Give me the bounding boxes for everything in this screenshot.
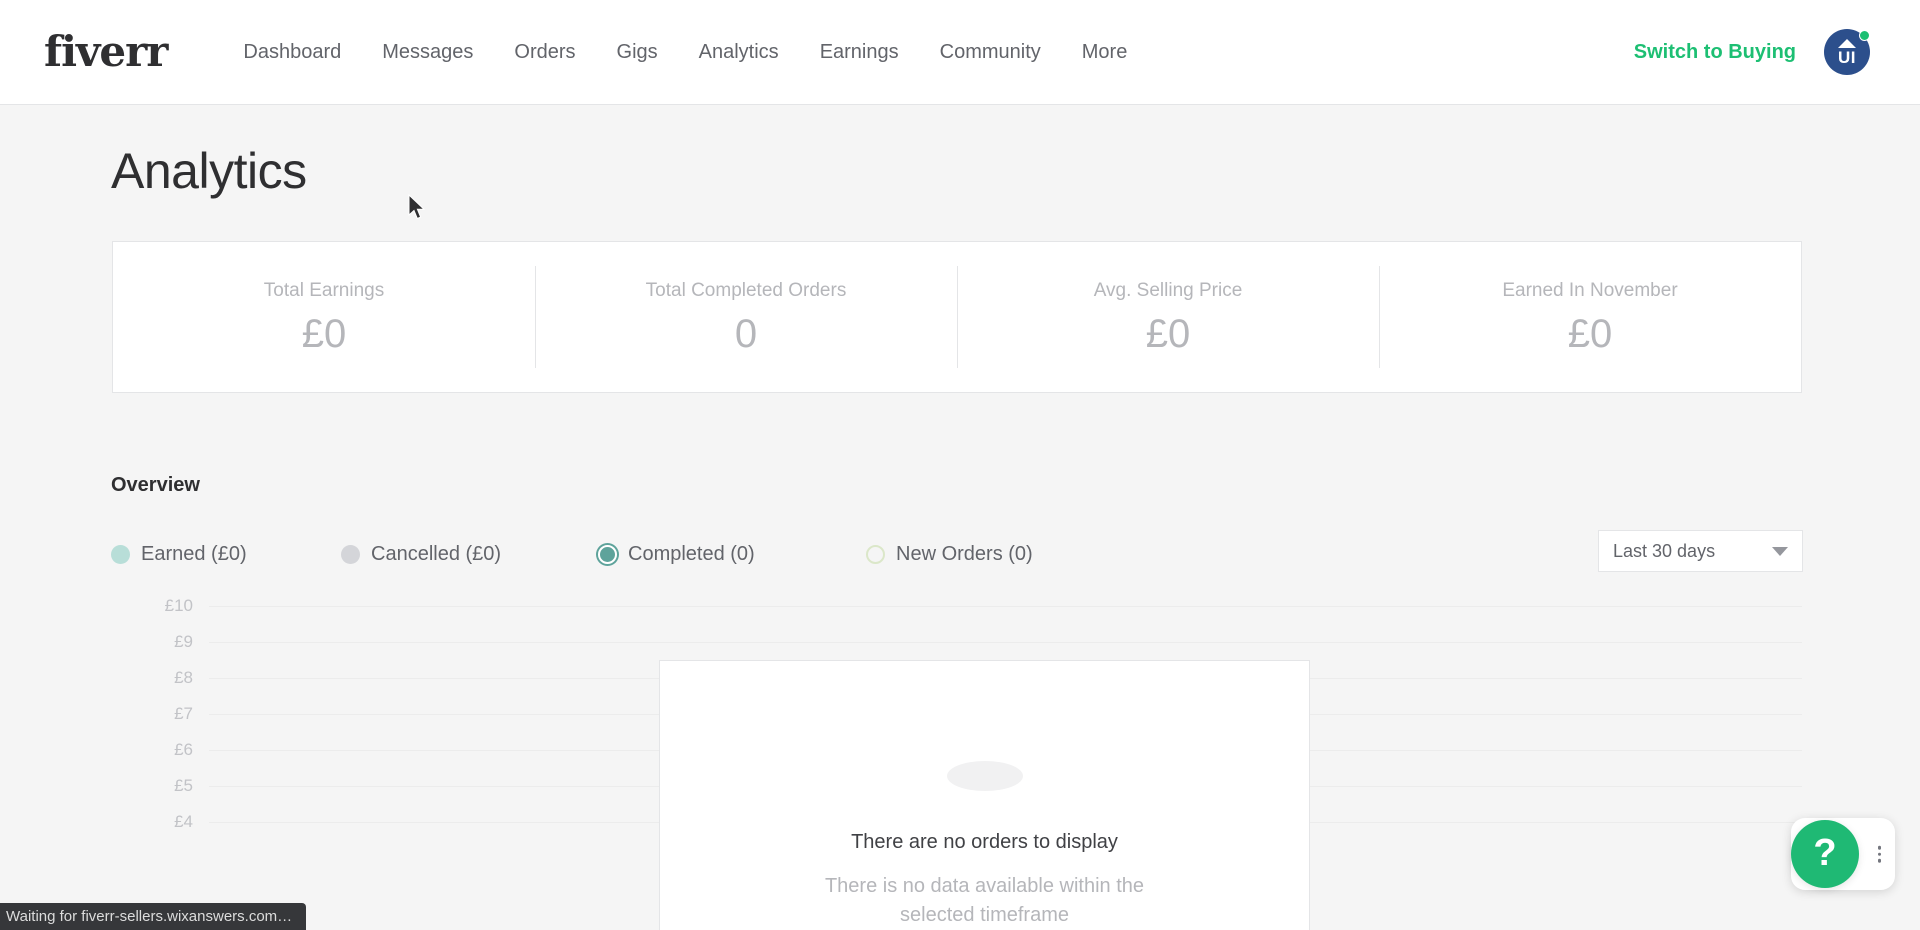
chart-gridline bbox=[209, 606, 1802, 607]
switch-to-buying-link[interactable]: Switch to Buying bbox=[1634, 41, 1796, 64]
stat-label: Total Completed Orders bbox=[645, 280, 847, 301]
chart-y-axis-tick: £5 bbox=[174, 776, 193, 795]
chart-y-axis-tick: £4 bbox=[174, 812, 193, 831]
site-header: fiverr Dashboard Messages Orders Gigs An… bbox=[0, 0, 1920, 105]
chart-gridline bbox=[209, 642, 1802, 643]
chart-y-axis-tick: £6 bbox=[174, 740, 193, 759]
empty-state-card: There are no orders to display There is … bbox=[659, 660, 1310, 930]
legend-label: Earned (£0) bbox=[141, 542, 247, 565]
help-more-options-icon[interactable] bbox=[1877, 845, 1881, 863]
chart-y-axis-tick: £10 bbox=[164, 596, 193, 615]
page-title: Analytics bbox=[111, 143, 307, 199]
avatar-arrow-icon bbox=[1838, 38, 1856, 48]
date-range-select[interactable]: Last 30 days bbox=[1598, 530, 1803, 572]
legend-item-1[interactable]: Cancelled (£0) bbox=[341, 543, 501, 566]
stat-total-completed-orders: Total Completed Orders 0 bbox=[535, 242, 957, 392]
legend-item-2[interactable]: Completed (0) bbox=[598, 543, 755, 566]
stat-label: Total Earnings bbox=[263, 280, 385, 301]
nav-item-community[interactable]: Community bbox=[940, 41, 1041, 64]
header-right-group: Switch to Buying UI bbox=[1634, 29, 1870, 75]
avatar-initials: UI bbox=[1838, 47, 1856, 67]
empty-state-subtitle: There is no data available within the se… bbox=[824, 875, 1145, 926]
mouse-cursor bbox=[408, 194, 426, 220]
stat-label: Earned In November bbox=[1502, 280, 1678, 301]
question-mark-icon: ? bbox=[1813, 831, 1837, 874]
chevron-down-icon bbox=[1772, 546, 1788, 556]
date-range-value: Last 30 days bbox=[1613, 540, 1716, 561]
empty-state-illustration-icon bbox=[946, 761, 1023, 791]
chart-y-axis-tick: £8 bbox=[174, 668, 193, 687]
stat-label: Avg. Selling Price bbox=[1093, 280, 1243, 301]
nav-item-analytics[interactable]: Analytics bbox=[699, 41, 779, 64]
main-nav: Dashboard Messages Orders Gigs Analytics… bbox=[243, 41, 1127, 64]
help-widget: ? bbox=[1791, 818, 1895, 890]
chart-legend: Earned (£0) Cancelled (£0) Completed (0) Ne… bbox=[111, 542, 1211, 566]
legend-dot-icon bbox=[598, 544, 617, 564]
legend-label: Completed (0) bbox=[628, 542, 755, 565]
legend-dot-icon bbox=[341, 544, 360, 564]
nav-item-more[interactable]: More bbox=[1082, 41, 1128, 64]
legend-dot-icon bbox=[866, 544, 885, 564]
nav-item-messages[interactable]: Messages bbox=[382, 41, 473, 64]
overview-heading: Overview bbox=[111, 474, 200, 496]
chart-y-axis-tick: £9 bbox=[174, 632, 193, 651]
nav-item-gigs[interactable]: Gigs bbox=[617, 41, 658, 64]
legend-dot-icon bbox=[111, 544, 130, 564]
fiverr-logo[interactable]: fiverr bbox=[44, 31, 168, 73]
nav-item-earnings[interactable]: Earnings bbox=[820, 41, 899, 64]
stat-value: £0 bbox=[1567, 312, 1613, 356]
stat-total-earnings: Total Earnings £0 bbox=[113, 242, 535, 392]
empty-state-title: There are no orders to display bbox=[851, 831, 1118, 853]
help-button[interactable]: ? bbox=[1791, 820, 1859, 888]
stat-avg-selling-price: Avg. Selling Price £0 bbox=[957, 242, 1379, 392]
legend-label: New Orders (0) bbox=[896, 542, 1033, 565]
legend-item-0[interactable]: Earned (£0) bbox=[111, 543, 247, 566]
legend-item-3[interactable]: New Orders (0) bbox=[866, 543, 1033, 566]
browser-status-bar: Waiting for fiverr-sellers.wixanswers.co… bbox=[0, 903, 307, 930]
stat-value: £0 bbox=[301, 312, 347, 356]
stat-value: £0 bbox=[1145, 312, 1191, 356]
nav-item-orders[interactable]: Orders bbox=[514, 41, 575, 64]
nav-item-dashboard[interactable]: Dashboard bbox=[243, 41, 341, 64]
chart-y-axis-tick: £7 bbox=[174, 704, 193, 723]
stat-value: 0 bbox=[734, 312, 758, 356]
stat-earned-in-november: Earned In November £0 bbox=[1379, 242, 1801, 392]
online-status-badge bbox=[1859, 30, 1870, 41]
analytics-page: fiverr Dashboard Messages Orders Gigs An… bbox=[0, 0, 1920, 930]
user-avatar[interactable]: UI bbox=[1824, 29, 1870, 75]
legend-label: Cancelled (£0) bbox=[371, 542, 502, 565]
summary-stats-card: Total Earnings £0 Total Completed Orders… bbox=[112, 241, 1802, 393]
